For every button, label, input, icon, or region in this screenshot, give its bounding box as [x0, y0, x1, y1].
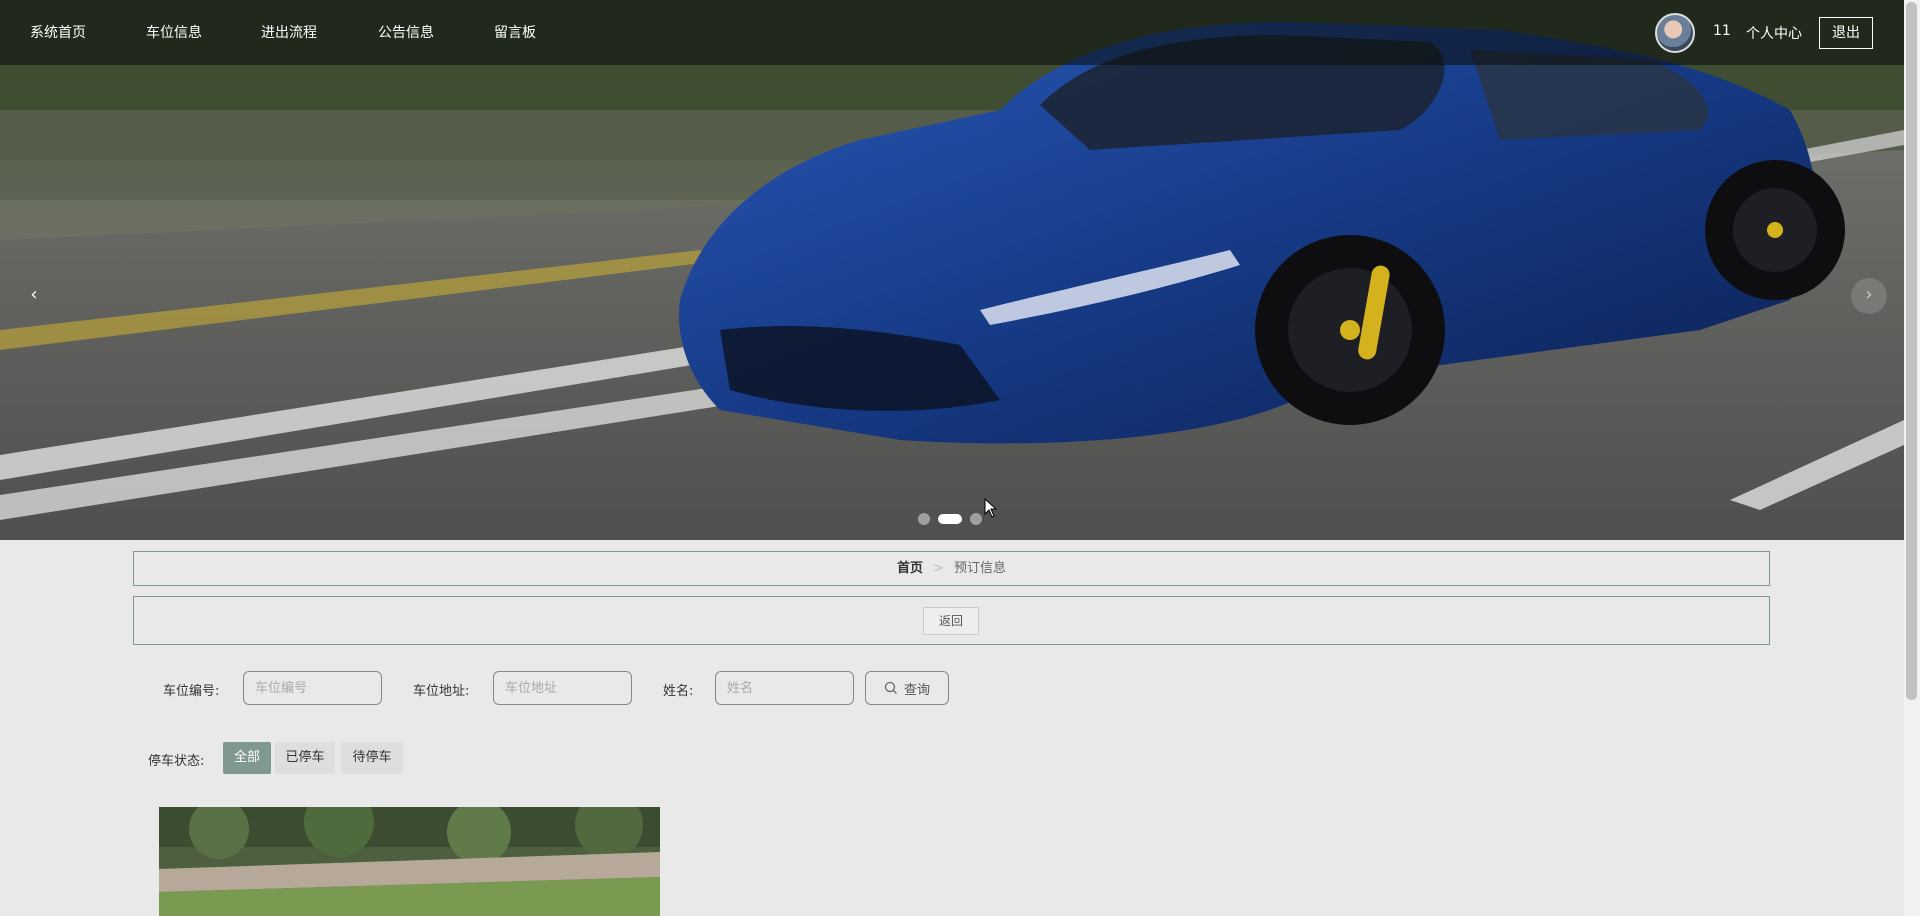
logout-button[interactable]: 退出	[1819, 17, 1873, 49]
hero-carousel[interactable]	[0, 0, 1904, 540]
mouse-cursor-icon	[984, 498, 998, 518]
nav-item-message-board[interactable]: 留言板	[494, 22, 536, 42]
name-label: 姓名:	[663, 684, 694, 699]
parking-status-label: 停车状态:	[148, 754, 205, 769]
nav-item-announcements[interactable]: 公告信息	[378, 22, 434, 42]
name-input[interactable]	[715, 671, 854, 705]
search-button-label: 查询	[903, 682, 930, 698]
parking-spot-card[interactable]	[159, 807, 660, 916]
breadcrumb-current: 预订信息	[953, 561, 1006, 576]
carousel-prev-icon[interactable]: ‹	[16, 278, 52, 314]
search-icon	[884, 681, 897, 694]
status-option-all[interactable]: 全部	[223, 742, 271, 774]
username-label: 11	[1713, 23, 1731, 39]
parking-address-input[interactable]	[493, 671, 632, 705]
carousel-dot[interactable]	[918, 513, 930, 525]
parking-number-label: 车位编号:	[163, 684, 220, 699]
status-option-parked[interactable]: 已停车	[275, 742, 335, 774]
avatar[interactable]	[1655, 13, 1695, 53]
car-banner-image	[0, 0, 1904, 540]
status-option-pending[interactable]: 待停车	[341, 742, 403, 774]
scrollbar-thumb[interactable]	[1906, 2, 1917, 700]
parking-number-input[interactable]	[243, 671, 382, 705]
nav-item-home[interactable]: 系统首页	[30, 22, 86, 42]
carousel-dot[interactable]	[970, 513, 982, 525]
nav-item-process[interactable]: 进出流程	[261, 22, 317, 42]
carousel-next-icon[interactable]: ›	[1851, 278, 1887, 314]
carousel-dot-active[interactable]	[938, 514, 962, 524]
nav-item-parking-info[interactable]: 车位信息	[146, 22, 202, 42]
breadcrumb-separator: >	[933, 561, 944, 576]
personal-center-link[interactable]: 个人中心	[1746, 23, 1802, 43]
breadcrumb: 首页 > 预订信息	[133, 551, 1770, 586]
back-button[interactable]: 返回	[923, 607, 979, 635]
carousel-indicators	[918, 513, 982, 525]
parking-spot-image	[159, 807, 660, 916]
parking-address-label: 车位地址:	[413, 684, 470, 699]
breadcrumb-home[interactable]: 首页	[897, 561, 923, 576]
search-button[interactable]: 查询	[865, 671, 949, 705]
